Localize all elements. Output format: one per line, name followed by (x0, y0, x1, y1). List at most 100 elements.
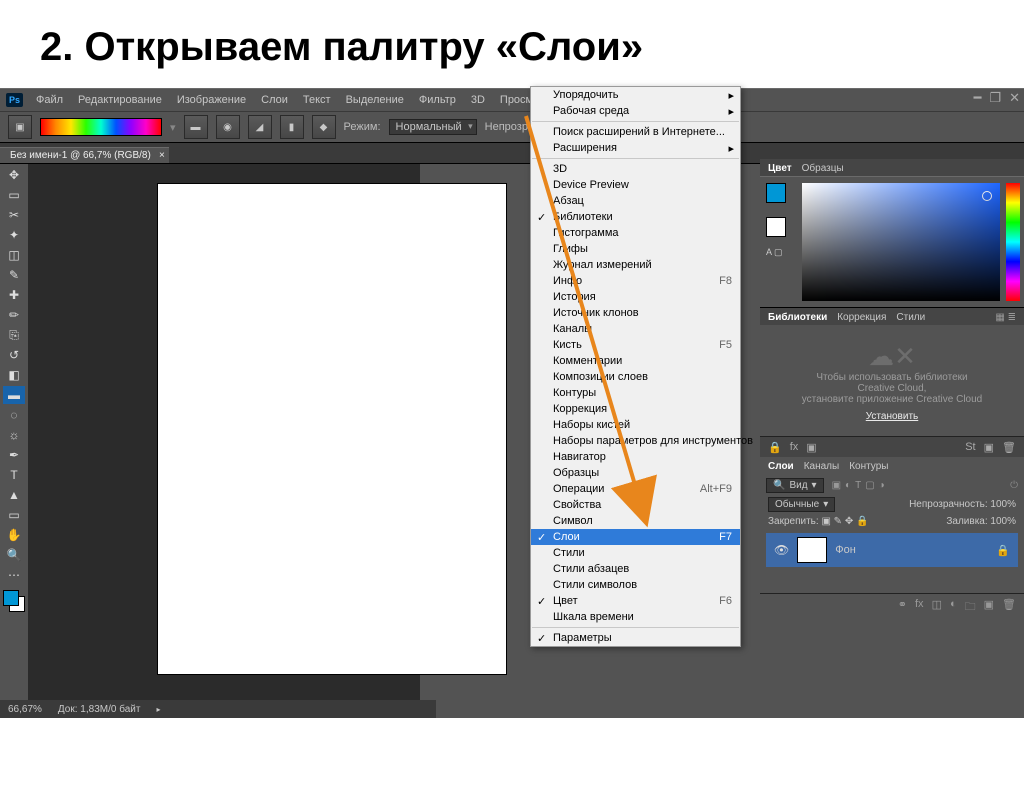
layer-thumbnail[interactable] (797, 537, 827, 563)
menu-timeline[interactable]: Шкала времени (531, 609, 740, 625)
menu-edit[interactable]: Редактирование (72, 92, 168, 108)
menu-info[interactable]: ИнфоF8 (531, 273, 740, 289)
menu-search-ext[interactable]: Поиск расширений в Интернете... (531, 124, 740, 140)
menu-layer-comps[interactable]: Композиции слоев (531, 369, 740, 385)
menu-char-styles[interactable]: Стили символов (531, 577, 740, 593)
hand-tool-icon[interactable]: ✋ (3, 526, 25, 544)
move-tool-icon[interactable]: ✥ (3, 166, 25, 184)
shape-tool-icon[interactable]: ▭ (3, 506, 25, 524)
menu-paragraph[interactable]: Абзац (531, 193, 740, 209)
menu-device-preview[interactable]: Device Preview (531, 177, 740, 193)
eraser-tool-icon[interactable]: ◧ (3, 366, 25, 384)
menu-3d-panel[interactable]: 3D (531, 161, 740, 177)
menu-options[interactable]: Параметры (531, 630, 740, 646)
tab-contours[interactable]: Контуры (849, 461, 888, 472)
menu-file[interactable]: Файл (30, 92, 69, 108)
menu-libraries[interactable]: Библиотеки (531, 209, 740, 225)
path-select-icon[interactable]: ▲ (3, 486, 25, 504)
lock-icon[interactable]: 🔒 (768, 441, 782, 454)
new-icon[interactable]: ▣ (984, 441, 994, 454)
stamp-tool-icon[interactable]: ⎘ (3, 326, 25, 344)
pen-tool-icon[interactable]: ✒ (3, 446, 25, 464)
dodge-tool-icon[interactable]: ☼ (3, 426, 25, 444)
color-swatches[interactable] (3, 590, 25, 612)
mask-icon[interactable]: ▣ (806, 441, 816, 454)
menu-brush-presets[interactable]: Наборы кистей (531, 417, 740, 433)
tab-styles[interactable]: Стили (896, 312, 925, 323)
heal-tool-icon[interactable]: ✚ (3, 286, 25, 304)
crop-tool-icon[interactable]: ◫ (3, 246, 25, 264)
menu-brush[interactable]: КистьF5 (531, 337, 740, 353)
tool-preset-icon[interactable]: ▣ (8, 115, 32, 139)
lasso-tool-icon[interactable]: ✂ (3, 206, 25, 224)
gradient-preview[interactable] (40, 118, 162, 136)
close-tab-icon[interactable]: × (159, 150, 165, 161)
menu-3d[interactable]: 3D (465, 92, 491, 108)
layer-mask-icon[interactable]: ◫ (932, 598, 942, 617)
menu-swatches[interactable]: Образцы (531, 465, 740, 481)
menu-arrange[interactable]: Упорядочить (531, 87, 740, 103)
menu-select[interactable]: Выделение (340, 92, 410, 108)
menu-measure-log[interactable]: Журнал измерений (531, 257, 740, 273)
tab-layers[interactable]: Слои (768, 461, 794, 472)
layer-fx-icon[interactable]: fx (915, 598, 924, 617)
brush-tool-icon[interactable]: ✏ (3, 306, 25, 324)
menu-paths[interactable]: Контуры (531, 385, 740, 401)
tab-swatches[interactable]: Образцы (802, 163, 844, 174)
grad-reflect-icon[interactable]: ▮ (280, 115, 304, 139)
layer-row[interactable]: 👁 Фон 🔒 (766, 533, 1018, 567)
type-tool-icon[interactable]: T (3, 466, 25, 484)
tab-correction[interactable]: Коррекция (837, 312, 886, 323)
hue-slider[interactable] (1006, 183, 1020, 301)
blend-select[interactable]: Обычные ▾ (768, 497, 835, 512)
install-link[interactable]: Установить (778, 411, 1006, 422)
menu-text[interactable]: Текст (297, 92, 337, 108)
menu-filter[interactable]: Фильтр (413, 92, 462, 108)
zoom-display[interactable]: 66,67% (8, 704, 42, 715)
trash-icon[interactable]: 🗑 (1002, 441, 1016, 454)
mode-select[interactable]: Нормальный (389, 119, 477, 135)
history-brush-icon[interactable]: ↺ (3, 346, 25, 364)
eyedropper-tool-icon[interactable]: ✎ (3, 266, 25, 284)
grad-diamond-icon[interactable]: ◆ (312, 115, 336, 139)
grad-angle-icon[interactable]: ◢ (248, 115, 272, 139)
link-layers-icon[interactable]: ⚭ (898, 598, 907, 617)
document-canvas[interactable] (158, 184, 506, 674)
group-icon[interactable]: 🗀 (965, 598, 976, 617)
menu-layers-panel[interactable]: СлоиF7 (531, 529, 740, 545)
fx-icon[interactable]: fx (790, 441, 799, 453)
menu-history[interactable]: История (531, 289, 740, 305)
st-icon[interactable]: St (965, 441, 975, 453)
menu-clone-src[interactable]: Источник клонов (531, 305, 740, 321)
visibility-icon[interactable]: 👁 (774, 543, 789, 557)
panel-view-icons[interactable]: ▦ ≣ (995, 312, 1016, 323)
tab-libraries[interactable]: Библиотеки (768, 312, 827, 323)
menu-character[interactable]: Символ (531, 513, 740, 529)
document-tab[interactable]: Без имени-1 @ 66,7% (RGB/8) × (0, 147, 169, 163)
color-picker-field[interactable] (802, 183, 1000, 301)
menu-tool-presets[interactable]: Наборы параметров для инструментов (531, 433, 740, 449)
grad-radial-icon[interactable]: ◉ (216, 115, 240, 139)
bg-color-swatch[interactable] (766, 217, 786, 237)
menu-actions[interactable]: ОперацииAlt+F9 (531, 481, 740, 497)
fg-color-swatch[interactable] (766, 183, 786, 203)
menu-glyphs[interactable]: Глифы (531, 241, 740, 257)
gradient-tool-icon[interactable]: ▬ (3, 386, 25, 404)
minimize-icon[interactable]: ━ (974, 90, 982, 106)
blur-tool-icon[interactable]: ◌ (3, 406, 25, 424)
grad-linear-icon[interactable]: ▬ (184, 115, 208, 139)
menu-styles[interactable]: Стили (531, 545, 740, 561)
menu-workspace[interactable]: Рабочая среда (531, 103, 740, 119)
tab-color[interactable]: Цвет (768, 163, 792, 174)
close-icon[interactable]: ✕ (1009, 90, 1020, 106)
menu-comments[interactable]: Комментарии (531, 353, 740, 369)
menu-layers[interactable]: Слои (255, 92, 294, 108)
layer-filter[interactable]: 🔍 Вид ▾ (766, 478, 824, 493)
filter-icons[interactable]: ▣◐T▢◑ (830, 480, 887, 491)
menu-color[interactable]: ЦветF6 (531, 593, 740, 609)
menu-extensions[interactable]: Расширения (531, 140, 740, 156)
zoom-tool-icon[interactable]: 🔍 (3, 546, 25, 564)
menu-navigator[interactable]: Навигатор (531, 449, 740, 465)
wand-tool-icon[interactable]: ✦ (3, 226, 25, 244)
menu-adjust[interactable]: Коррекция (531, 401, 740, 417)
